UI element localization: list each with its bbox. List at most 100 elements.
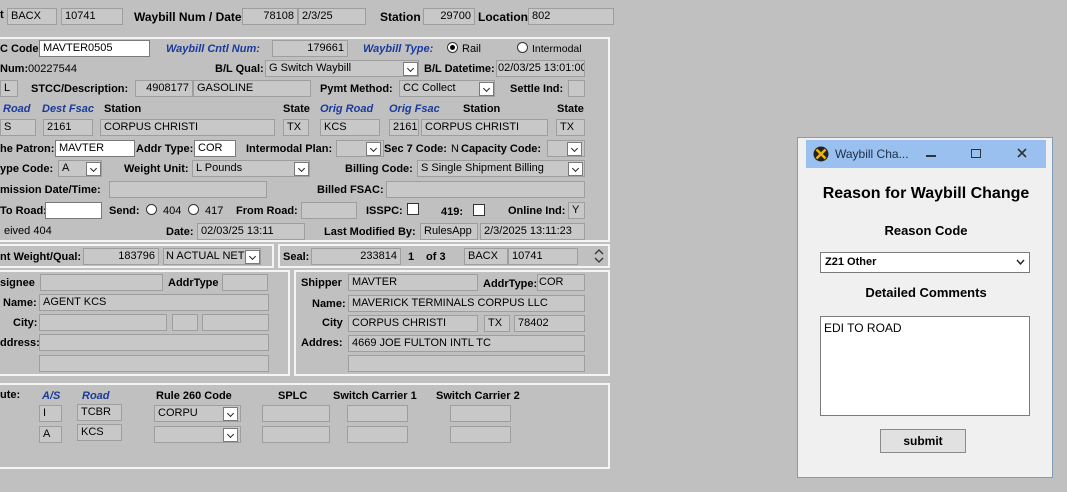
weight-qual-dropdown-icon[interactable] (245, 250, 260, 264)
dialog-body: Reason for Waybill Change Reason Code Z2… (806, 168, 1046, 472)
consignee-city-field[interactable] (39, 314, 167, 331)
pymt-method-dropdown-icon[interactable] (479, 82, 494, 96)
isspc-checkbox[interactable] (407, 203, 419, 215)
l-field[interactable]: L (0, 80, 18, 97)
spinner-arrows-icon (594, 249, 604, 263)
code-input[interactable]: MAVTER0505 (39, 40, 150, 57)
waybill-num-field[interactable]: 78108 (242, 8, 298, 25)
route-rule260-dropdown-icon[interactable] (223, 428, 238, 442)
type-code-label: ype Code: (0, 163, 54, 175)
dest-station-heading: Station (104, 103, 142, 115)
dest-station-field[interactable]: CORPUS CHRISTI (100, 119, 275, 136)
shipper-code-field[interactable]: MAVTER (348, 274, 478, 291)
capacity-code-dropdown-icon[interactable] (567, 142, 582, 156)
orig-fsac-field[interactable]: 2161 (389, 119, 419, 136)
online-ind-field[interactable]: Y (568, 202, 585, 219)
seal-spinner[interactable] (592, 247, 606, 265)
consignee-address-field[interactable] (39, 334, 269, 351)
close-button[interactable] (999, 140, 1045, 168)
route-rule260-dropdown-icon[interactable] (223, 407, 238, 421)
route-splc-field[interactable] (262, 405, 330, 422)
route-road-field[interactable]: KCS (77, 424, 122, 441)
stcc-desc-field[interactable]: GASOLINE (193, 80, 311, 97)
shipper-addrtype-field[interactable]: COR (537, 274, 585, 291)
maximize-button[interactable] (953, 140, 999, 168)
consignee-code-field[interactable] (40, 274, 163, 291)
route-switch-carrier2-field[interactable] (450, 405, 511, 422)
weight-unit-select[interactable]: L Pounds (192, 160, 310, 177)
send-417-radio[interactable] (188, 204, 199, 215)
submit-button[interactable]: submit (880, 429, 966, 453)
to-road-input[interactable] (45, 202, 102, 219)
dialog-title-bar[interactable]: Waybill Cha... (806, 140, 1046, 168)
f419-checkbox[interactable] (473, 204, 485, 216)
orig-station-field[interactable]: CORPUS CHRISTI (421, 119, 548, 136)
sec7-code-value[interactable]: N (451, 143, 459, 155)
route-as-field[interactable]: A (39, 426, 62, 443)
send-417-label: 417 (205, 205, 224, 217)
orig-state-field[interactable]: TX (556, 119, 585, 136)
dest-fsac-field[interactable]: 2161 (43, 119, 93, 136)
shipper-address-field[interactable]: 4669 JOE FULTON INTL TC (348, 335, 585, 352)
station-code-field[interactable]: 29700 (423, 8, 475, 25)
minimize-button[interactable] (907, 140, 953, 168)
reason-code-select[interactable]: Z21 Other (820, 252, 1030, 273)
weight-unit-dropdown-icon[interactable] (294, 162, 309, 176)
waybill-date-field[interactable]: 2/3/25 (298, 8, 366, 25)
addr-type-input[interactable]: COR (194, 140, 236, 157)
rail-radio[interactable] (447, 42, 458, 53)
route-switch-carrier2-field[interactable] (450, 426, 511, 443)
route-road-field[interactable]: TCBR (77, 404, 122, 421)
header-road-field[interactable]: BACX (7, 8, 57, 25)
consignee-state-field[interactable] (172, 314, 198, 331)
bl-qual-dropdown-icon[interactable] (403, 62, 418, 76)
stcc-field[interactable]: 4908177 (135, 80, 193, 97)
seal-number-field[interactable]: 10741 (508, 248, 578, 265)
location-label: Location (478, 10, 528, 24)
consignee-addrtype-field[interactable] (222, 274, 268, 291)
send-404-radio[interactable] (146, 204, 157, 215)
intermodal-plan-dropdown-icon[interactable] (366, 142, 381, 156)
seal-road-field[interactable]: BACX (464, 248, 508, 265)
waybill-type-label: Waybill Type: (363, 43, 434, 55)
dialog-title: Waybill Cha... (835, 147, 909, 161)
consignee-name-field[interactable]: AGENT KCS (39, 294, 269, 311)
consignee-zip-field[interactable] (202, 314, 269, 331)
shipper-zip-field[interactable]: 78402 (514, 315, 585, 332)
bl-datetime-field[interactable]: 02/03/25 13:01:00 (496, 60, 585, 77)
isspc-label: ISSPC: (366, 205, 403, 217)
route-splc-field[interactable] (262, 426, 330, 443)
consignee-address2-field[interactable] (39, 355, 269, 372)
header-number-field[interactable]: 10741 (61, 8, 123, 25)
route-as-field[interactable]: I (39, 405, 62, 422)
billing-code-select[interactable]: S Single Shipment Billing (417, 160, 585, 177)
route-switch-carrier1-field[interactable] (347, 405, 408, 422)
bl-qual-select[interactable]: G Switch Waybill (265, 60, 419, 77)
send-label: Send: (109, 205, 140, 217)
orig-road-field[interactable]: KCS (320, 119, 380, 136)
from-road-field[interactable] (301, 202, 357, 219)
chevron-down-icon (1016, 259, 1025, 265)
shipper-state-field[interactable]: TX (484, 315, 510, 332)
app-logo-icon (813, 146, 829, 162)
billed-fsac-field[interactable] (386, 181, 585, 198)
intermodal-radio[interactable] (517, 42, 528, 53)
route-switch-carrier1-field[interactable] (347, 426, 408, 443)
seal-field[interactable]: 233814 (311, 248, 401, 265)
dest-road-field[interactable]: S (0, 119, 36, 136)
weight-field[interactable]: 183796 (83, 248, 159, 265)
shipper-name-field[interactable]: MAVERICK TERMINALS CORPUS LLC (348, 295, 585, 312)
date-field[interactable]: 02/03/25 13:11 (197, 223, 305, 240)
billing-code-dropdown-icon[interactable] (568, 162, 583, 176)
cntl-num-field[interactable]: 179661 (272, 40, 348, 57)
patron-input[interactable]: MAVTER (55, 140, 135, 157)
billing-code-label: Billing Code: (345, 163, 413, 175)
shipper-address2-field[interactable] (348, 355, 585, 372)
settle-ind-field[interactable] (568, 80, 585, 97)
shipper-city-field[interactable]: CORPUS CHRISTI (348, 315, 478, 332)
type-code-dropdown-icon[interactable] (86, 162, 101, 176)
mission-datetime-field[interactable] (109, 181, 267, 198)
dest-state-field[interactable]: TX (283, 119, 309, 136)
location-field[interactable]: 802 (528, 8, 614, 25)
comments-textarea[interactable]: EDI TO ROAD (820, 316, 1030, 416)
